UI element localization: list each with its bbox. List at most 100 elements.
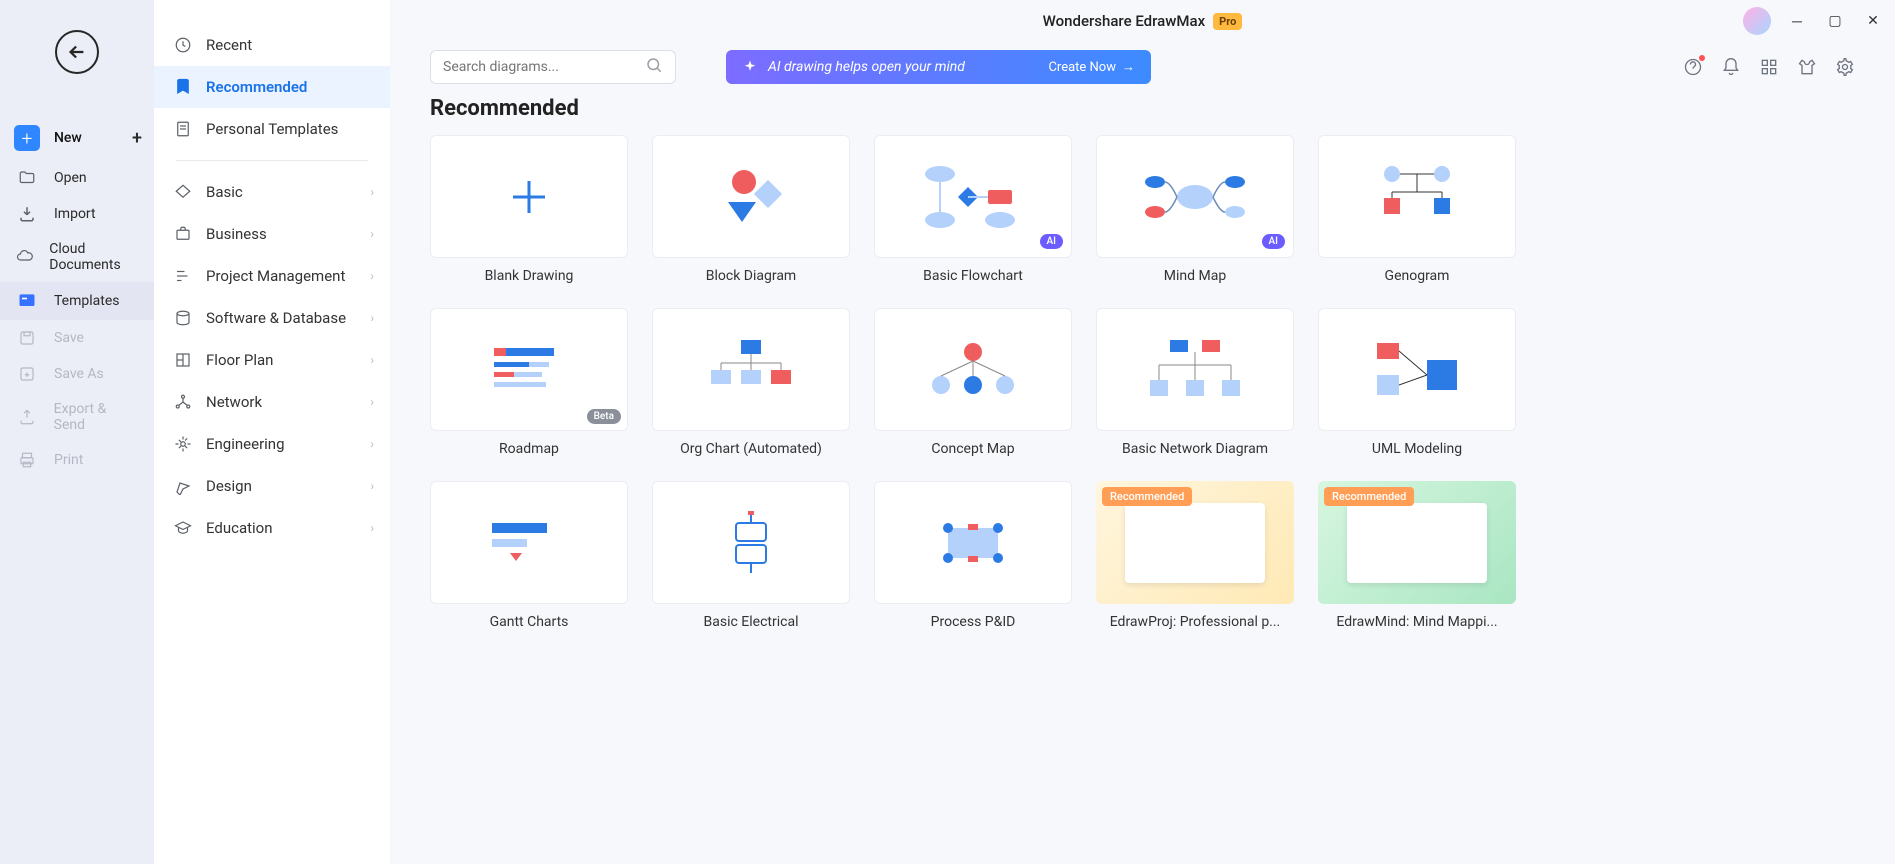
shirt-icon[interactable] bbox=[1797, 57, 1817, 77]
template-label: Roadmap bbox=[430, 441, 628, 457]
category-recommended[interactable]: Recommended bbox=[154, 66, 390, 108]
ai-badge: AI bbox=[1262, 234, 1285, 249]
template-thumbnail bbox=[1318, 135, 1516, 258]
titlebar: Wondershare EdrawMax Pro ─ ▢ ✕ bbox=[390, 0, 1895, 42]
cloud-documents-button[interactable]: Cloud Documents bbox=[0, 232, 154, 282]
sparkle-icon bbox=[742, 59, 758, 75]
category-education[interactable]: Education › bbox=[154, 507, 390, 549]
create-now-button[interactable]: Create Now → bbox=[1048, 59, 1135, 75]
database-icon bbox=[174, 309, 192, 327]
template-label: Basic Electrical bbox=[652, 614, 850, 630]
template-card[interactable]: Basic Network Diagram bbox=[1096, 308, 1294, 457]
ai-banner[interactable]: AI drawing helps open your mind Create N… bbox=[726, 50, 1151, 84]
document-icon bbox=[174, 120, 192, 138]
category-recent[interactable]: Recent bbox=[154, 24, 390, 66]
engineering-label: Engineering bbox=[206, 435, 285, 453]
template-card[interactable]: Org Chart (Automated) bbox=[652, 308, 850, 457]
template-label: Basic Flowchart bbox=[874, 268, 1072, 284]
import-label: Import bbox=[54, 206, 96, 222]
floor-label: Floor Plan bbox=[206, 351, 273, 369]
template-card[interactable]: Concept Map bbox=[874, 308, 1072, 457]
template-card[interactable]: Block Diagram bbox=[652, 135, 850, 284]
category-software[interactable]: Software & Database › bbox=[154, 297, 390, 339]
template-card[interactable]: Basic Electrical bbox=[652, 481, 850, 630]
category-project[interactable]: Project Management › bbox=[154, 255, 390, 297]
category-engineering[interactable]: Engineering › bbox=[154, 423, 390, 465]
template-thumbnail: Beta bbox=[430, 308, 628, 431]
templates-button[interactable]: Templates bbox=[0, 282, 154, 320]
network-icon bbox=[174, 393, 192, 411]
chevron-right-icon: › bbox=[370, 227, 374, 241]
template-grid: Blank DrawingBlock Diagram AI Basic Flowch… bbox=[430, 135, 1855, 630]
template-card[interactable]: Blank Drawing bbox=[430, 135, 628, 284]
template-card[interactable]: Process P&ID bbox=[874, 481, 1072, 630]
maximize-button[interactable]: ▢ bbox=[1823, 9, 1847, 33]
template-card[interactable]: Recommended EdrawMind: Mind Mappi... bbox=[1318, 481, 1516, 630]
category-business[interactable]: Business › bbox=[154, 213, 390, 255]
cloud-icon bbox=[16, 248, 34, 266]
education-icon bbox=[174, 519, 192, 537]
cloud-label: Cloud Documents bbox=[49, 241, 140, 273]
open-button[interactable]: Open bbox=[0, 160, 154, 196]
templates-icon bbox=[17, 291, 37, 311]
back-button[interactable] bbox=[55, 30, 99, 74]
chevron-right-icon: › bbox=[370, 353, 374, 367]
minimize-button[interactable]: ─ bbox=[1785, 9, 1809, 33]
search-box[interactable] bbox=[430, 50, 676, 84]
new-add-icon[interactable]: + bbox=[132, 128, 142, 149]
category-floor[interactable]: Floor Plan › bbox=[154, 339, 390, 381]
template-thumbnail bbox=[652, 135, 850, 258]
floorplan-icon bbox=[174, 351, 192, 369]
close-button[interactable]: ✕ bbox=[1861, 9, 1885, 33]
template-thumbnail bbox=[874, 481, 1072, 604]
template-thumbnail bbox=[1096, 308, 1294, 431]
personal-label: Personal Templates bbox=[206, 120, 338, 138]
search-input[interactable] bbox=[443, 59, 645, 75]
category-design[interactable]: Design › bbox=[154, 465, 390, 507]
settings-icon[interactable] bbox=[1835, 57, 1855, 77]
new-label: New bbox=[54, 130, 82, 146]
search-icon[interactable] bbox=[645, 56, 663, 78]
chevron-right-icon: › bbox=[370, 269, 374, 283]
chevron-right-icon: › bbox=[370, 395, 374, 409]
template-card[interactable]: Recommended EdrawProj: Professional p... bbox=[1096, 481, 1294, 630]
import-button[interactable]: Import bbox=[0, 196, 154, 232]
project-label: Project Management bbox=[206, 267, 345, 285]
template-label: EdrawMind: Mind Mappi... bbox=[1318, 614, 1516, 630]
apps-icon[interactable] bbox=[1759, 57, 1779, 77]
template-thumbnail: Recommended bbox=[1096, 481, 1294, 604]
template-label: Process P&ID bbox=[874, 614, 1072, 630]
category-network[interactable]: Network › bbox=[154, 381, 390, 423]
recommended-badge: Recommended bbox=[1324, 487, 1414, 506]
template-label: Gantt Charts bbox=[430, 614, 628, 630]
user-avatar[interactable] bbox=[1743, 7, 1771, 35]
education-label: Education bbox=[206, 519, 273, 537]
bookmark-icon bbox=[174, 78, 192, 96]
save-icon bbox=[18, 329, 36, 347]
chevron-right-icon: › bbox=[370, 521, 374, 535]
design-label: Design bbox=[206, 477, 252, 495]
save-as-icon bbox=[18, 365, 36, 383]
template-card[interactable]: Genogram bbox=[1318, 135, 1516, 284]
ai-banner-text: AI drawing helps open your mind bbox=[768, 59, 965, 75]
bell-icon[interactable] bbox=[1721, 57, 1741, 77]
template-label: UML Modeling bbox=[1318, 441, 1516, 457]
divider bbox=[176, 160, 368, 161]
template-label: EdrawProj: Professional p... bbox=[1096, 614, 1294, 630]
category-personal[interactable]: Personal Templates bbox=[154, 108, 390, 150]
new-button[interactable]: + New + bbox=[0, 116, 154, 160]
ai-badge: AI bbox=[1040, 234, 1063, 249]
section-title: Recommended bbox=[430, 96, 1855, 121]
save-as-label: Save As bbox=[54, 366, 104, 382]
template-card[interactable]: AIMind Map bbox=[1096, 135, 1294, 284]
template-label: Concept Map bbox=[874, 441, 1072, 457]
template-thumbnail: Recommended bbox=[1318, 481, 1516, 604]
category-basic[interactable]: Basic › bbox=[154, 171, 390, 213]
template-card[interactable]: Beta Roadmap bbox=[430, 308, 628, 457]
template-card[interactable]: Gantt Charts bbox=[430, 481, 628, 630]
help-icon[interactable] bbox=[1683, 57, 1703, 77]
template-card[interactable]: AI Basic Flowchart bbox=[874, 135, 1072, 284]
network-label: Network bbox=[206, 393, 262, 411]
print-button: Print bbox=[0, 442, 154, 478]
template-card[interactable]: UML Modeling bbox=[1318, 308, 1516, 457]
